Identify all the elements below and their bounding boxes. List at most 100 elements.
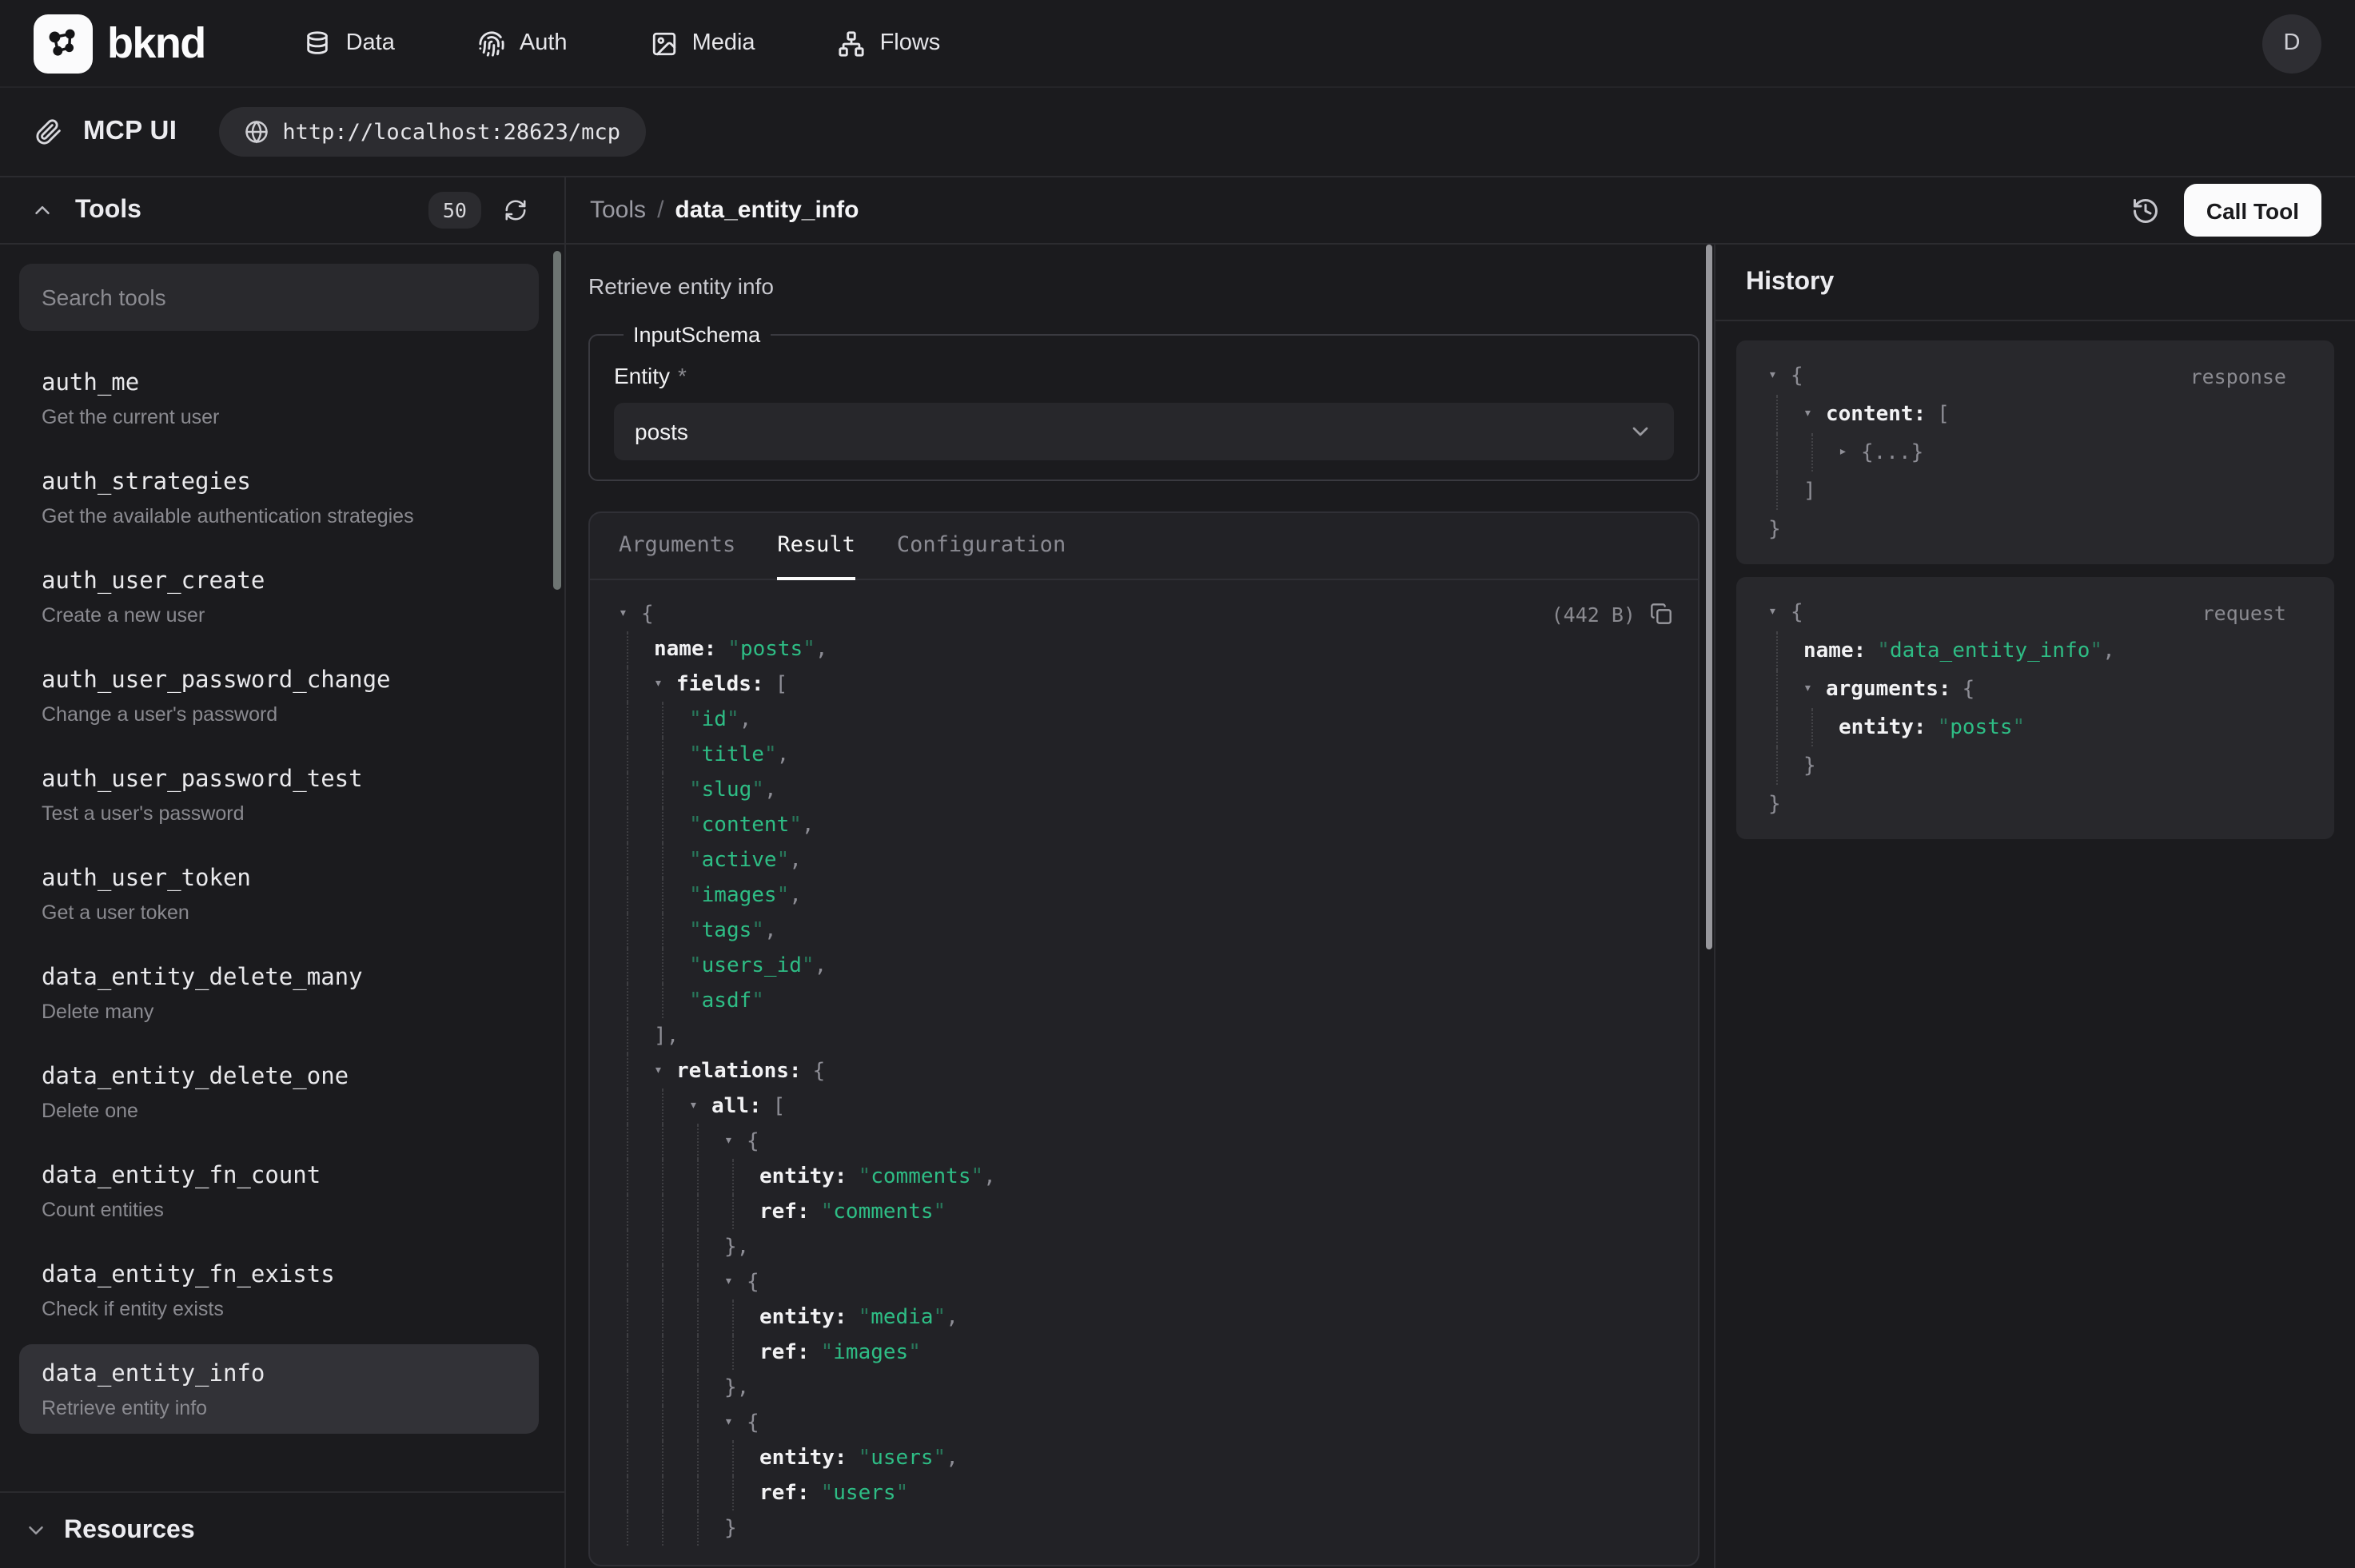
tool-name: data_entity_delete_one (42, 1063, 516, 1092)
json-line: "users_id", (593, 948, 1698, 983)
tool-description: Get a user token (42, 900, 516, 925)
sidebar-item-auth_me[interactable]: auth_meGet the current user (19, 353, 539, 443)
user-avatar[interactable]: D (2262, 14, 2321, 73)
sidebar-item-auth_user_create[interactable]: auth_user_createCreate a new user (19, 551, 539, 641)
app-root: bknd DataAuthMediaFlows D MCP UI http://… (0, 0, 2355, 1568)
top-nav: bknd Data Auth Media Flows D (0, 0, 2355, 88)
history-entry-request[interactable]: ▾{requestname:"data_entity_info",▾argume… (1736, 577, 2334, 839)
entity-select[interactable]: posts (614, 403, 1674, 460)
collapse-toggle-icon[interactable]: ▾ (1768, 605, 1791, 619)
required-mark: * (678, 363, 687, 388)
tools-panel-title: Tools (75, 196, 141, 225)
tool-name: auth_me (42, 369, 516, 398)
tool-name: auth_user_token (42, 865, 516, 893)
nav-item-data[interactable]: Data (305, 30, 395, 57)
json-line: ▾{ (593, 1405, 1698, 1440)
json-line: entity:"users", (593, 1440, 1698, 1475)
json-line: "id", (593, 702, 1698, 737)
nav-item-media[interactable]: Media (651, 30, 755, 57)
json-line: ▾relations:{ (593, 1053, 1698, 1088)
tool-name: auth_user_create (42, 567, 516, 596)
breadcrumb: Tools / data_entity_info Call Tool (566, 177, 2355, 243)
nav-item-label: Data (346, 30, 395, 56)
json-line: ] (1743, 472, 2312, 510)
sidebar-scrollbar[interactable] (553, 251, 561, 590)
resources-section-header[interactable]: Resources (0, 1491, 564, 1568)
header-row: Tools 50 Tools / data_entity_info Call T… (0, 177, 2355, 245)
nav-item-flows[interactable]: Flows (839, 30, 941, 57)
refresh-icon[interactable] (504, 198, 528, 222)
mcp-url-pill[interactable]: http://localhost:28623/mcp (218, 107, 646, 157)
json-line: ref:"users" (593, 1475, 1698, 1510)
json-line: ref:"comments" (593, 1194, 1698, 1229)
input-schema-legend: InputSchema (624, 323, 770, 347)
mcp-url: http://localhost:28623/mcp (282, 119, 620, 145)
chevron-down-icon (1628, 419, 1653, 444)
nav-item-auth[interactable]: Auth (478, 30, 568, 57)
bknd-logo-icon[interactable] (34, 14, 93, 73)
tool-description: Delete many (42, 999, 516, 1025)
sidebar-item-data_entity_delete_one[interactable]: data_entity_delete_one Delete one (19, 1047, 539, 1136)
tool-name: auth_strategies (42, 468, 516, 497)
sidebar-item-data_entity_delete_many[interactable]: data_entity_delete_many Delete many (19, 948, 539, 1037)
brand-wordmark[interactable]: bknd (107, 18, 205, 68)
history-icon[interactable] (2131, 196, 2160, 225)
history-entry-type-label: request (2202, 600, 2286, 624)
call-tool-button[interactable]: Call Tool (2184, 184, 2321, 237)
sidebar-item-auth_user_token[interactable]: auth_user_token Get a user token (19, 849, 539, 938)
tool-name: data_entity_info (42, 1360, 516, 1389)
tool-description: Check if entity exists (42, 1296, 516, 1322)
copy-icon[interactable] (1650, 603, 1672, 625)
json-line: } (1743, 746, 2312, 785)
json-line: } (593, 1510, 1698, 1546)
tool-description: Delete one (42, 1098, 516, 1124)
json-line: } (1743, 510, 2312, 548)
json-line: ▾{(442 B) (593, 596, 1698, 631)
sidebar-item-data_entity_info[interactable]: data_entity_infoRetrieve entity info (19, 1344, 539, 1434)
tools-sidebar: auth_meGet the current userauth_strategi… (0, 245, 566, 1568)
chevron-down-icon[interactable] (24, 1518, 48, 1542)
entity-field-label: Entity* (614, 363, 1674, 388)
json-line: name:"posts", (593, 631, 1698, 667)
search-input[interactable] (42, 285, 516, 310)
tab-arguments[interactable]: Arguments (619, 513, 735, 580)
nav-item-label: Flows (880, 30, 941, 56)
image-icon (651, 30, 678, 57)
tab-row: Arguments Result Configuration (590, 513, 1698, 580)
network-icon (839, 30, 866, 57)
sidebar-item-data_entity_fn_exists[interactable]: data_entity_fn_existsCheck if entity exi… (19, 1245, 539, 1335)
history-header: History (1715, 245, 2355, 321)
collapse-toggle-icon[interactable]: ▾ (619, 607, 641, 621)
tab-result[interactable]: Result (777, 513, 855, 580)
history-panel: History ▾{response▾content:[▸{...}]}▾{re… (1714, 245, 2355, 1568)
collapse-toggle-icon[interactable]: ▾ (1768, 368, 1791, 383)
history-entry-response[interactable]: ▾{response▾content:[▸{...}]} (1736, 340, 2334, 564)
breadcrumb-tools-link[interactable]: Tools (590, 197, 646, 224)
main-scrollbar[interactable] (1706, 245, 1712, 949)
breadcrumb-current-tool: data_entity_info (675, 197, 859, 224)
tool-name: auth_user_password_change (42, 667, 516, 695)
result-size-label: (442 B) (1552, 602, 1636, 626)
nav-item-label: Auth (520, 30, 568, 56)
sidebar-item-data_entity_fn_count[interactable]: data_entity_fn_countCount entities (19, 1146, 539, 1236)
sidebar-item-auth_strategies[interactable]: auth_strategiesGet the available authent… (19, 452, 539, 542)
json-line: }, (593, 1370, 1698, 1405)
json-line: ref:"images" (593, 1335, 1698, 1370)
json-line: "content", (593, 807, 1698, 842)
chevron-up-icon[interactable] (30, 198, 54, 222)
json-line: "images", (593, 878, 1698, 913)
tab-configuration[interactable]: Configuration (897, 513, 1066, 580)
tool-name: data_entity_delete_many (42, 964, 516, 993)
body-row: auth_meGet the current userauth_strategi… (0, 245, 2355, 1568)
json-line: "asdf" (593, 983, 1698, 1018)
tool-name: auth_user_password_test (42, 766, 516, 794)
nav-item-label: Media (692, 30, 755, 56)
entity-select-value: posts (635, 419, 688, 444)
fingerprint-icon (478, 30, 505, 57)
resources-title: Resources (64, 1516, 195, 1545)
json-line: ▾fields:[ (593, 667, 1698, 702)
sidebar-item-auth_user_password_change[interactable]: auth_user_password_changeChange a user's… (19, 651, 539, 740)
sidebar-item-auth_user_password_test[interactable]: auth_user_password_testTest a user's pas… (19, 750, 539, 839)
json-line: ▾all:[ (593, 1088, 1698, 1124)
history-entry-type-label: response (2190, 364, 2286, 388)
